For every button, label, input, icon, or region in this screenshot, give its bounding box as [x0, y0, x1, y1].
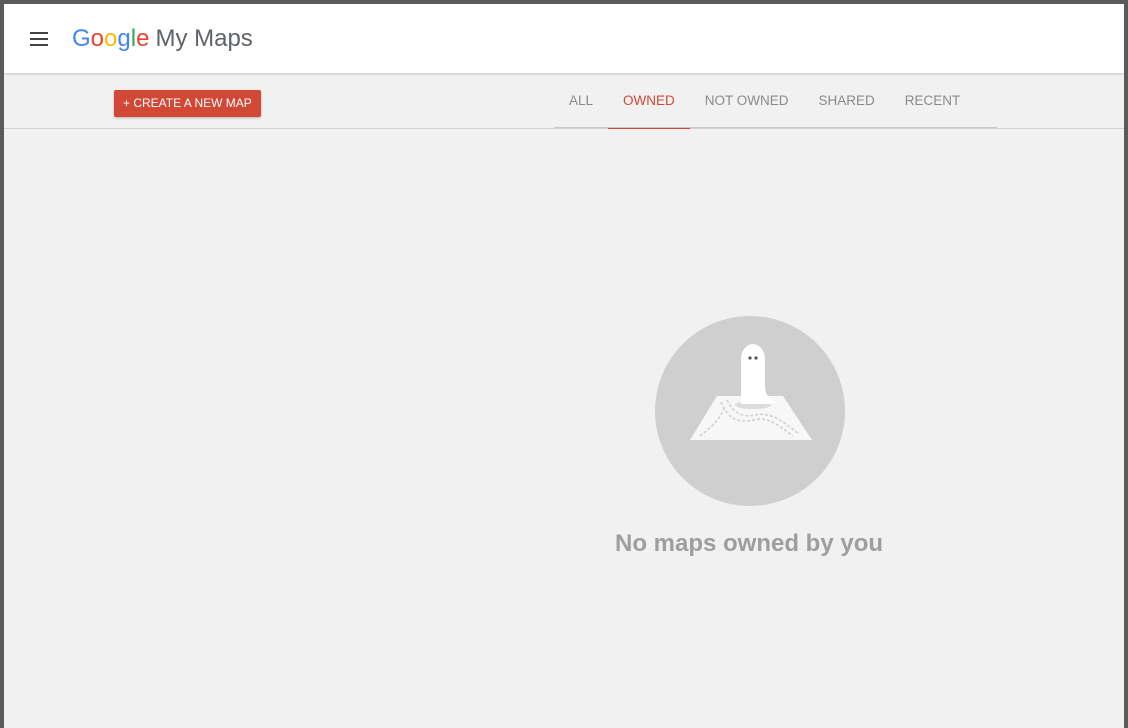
product-name: My Maps — [155, 25, 253, 52]
toolbar: + CREATE A NEW MAP ALL OWNED NOT OWNED S… — [4, 73, 1124, 129]
ghost-on-map-icon — [655, 316, 845, 506]
header: Google My Maps — [4, 4, 1124, 73]
wordmark-letter: o — [104, 25, 118, 52]
tab-shared[interactable]: SHARED — [804, 73, 890, 128]
filter-tabs: ALL OWNED NOT OWNED SHARED RECENT — [554, 73, 976, 129]
tab-not-owned[interactable]: NOT OWNED — [690, 73, 804, 128]
wordmark-letter: g — [117, 25, 131, 52]
empty-state-message: No maps owned by you — [614, 530, 884, 557]
wordmark-letter: o — [90, 25, 105, 52]
create-new-map-button[interactable]: + CREATE A NEW MAP — [114, 90, 261, 117]
app-logo[interactable]: Google My Maps — [72, 25, 253, 53]
hamburger-menu-icon[interactable] — [30, 32, 48, 46]
wordmark-letter: G — [72, 25, 91, 52]
app-window: Google My Maps + CREATE A NEW MAP ALL OWN… — [0, 0, 1128, 728]
tab-all[interactable]: ALL — [554, 73, 608, 128]
tab-owned[interactable]: OWNED — [608, 73, 690, 129]
empty-state: No maps owned by you — [4, 128, 1124, 728]
wordmark-letter: e — [136, 25, 150, 52]
tab-recent[interactable]: RECENT — [890, 73, 976, 128]
google-wordmark: Google — [72, 25, 149, 52]
